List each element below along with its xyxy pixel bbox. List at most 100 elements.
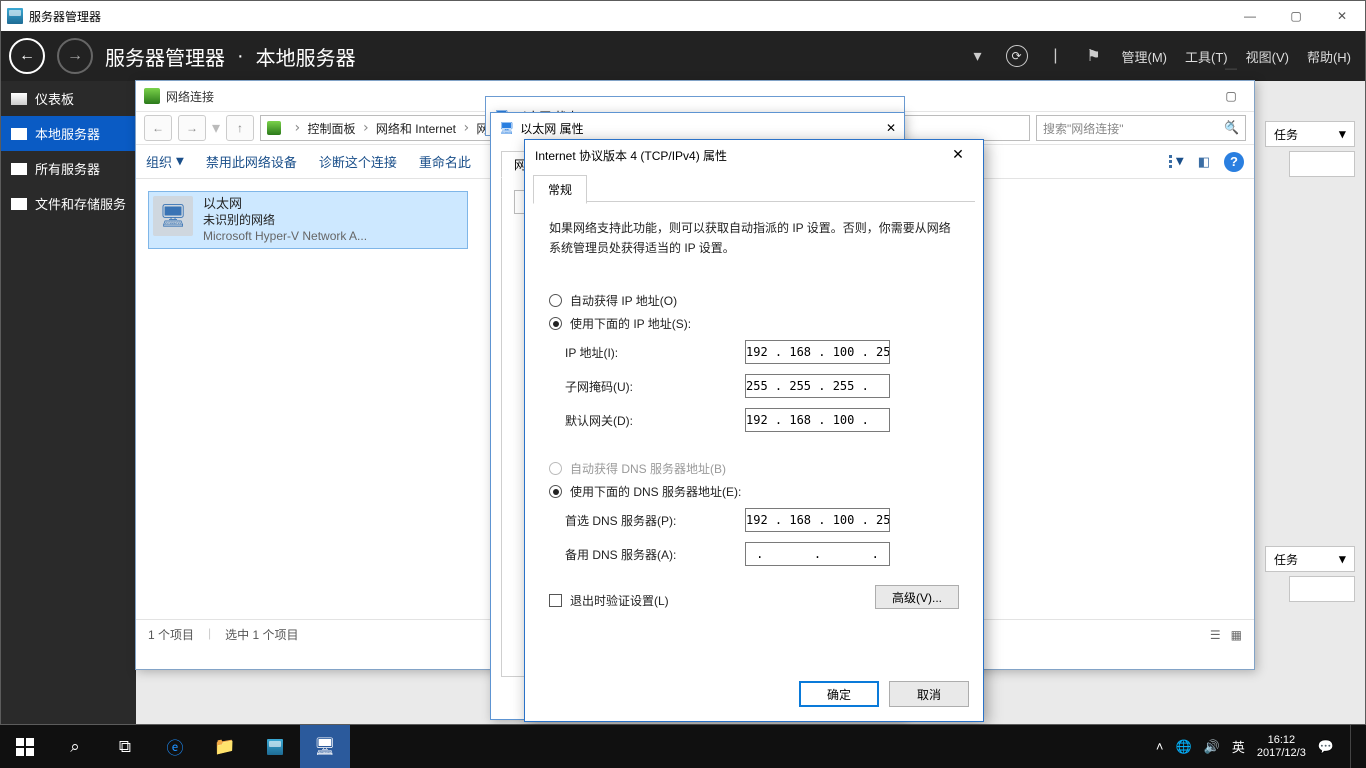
maximize-button[interactable]: ▢ [1273,1,1319,31]
tasks-dropdown[interactable]: 任务▼ [1265,121,1355,147]
taskbar-server-manager[interactable] [250,725,300,768]
tb-diagnose[interactable]: 诊断这个连接 [319,152,397,171]
adapter-status: 未识别的网络 [203,212,367,228]
flag-icon[interactable]: ⚑ [1084,46,1104,66]
chevron-right-icon: › [293,120,301,136]
clock-time: 16:12 [1268,734,1296,747]
status-item-count: 1 个项目 [148,626,194,643]
checkbox-icon [549,594,562,607]
radio-checked-icon [549,485,562,498]
minimize-button[interactable]: — [1227,1,1273,31]
eth-prop-close-button[interactable]: ✕ [886,121,896,135]
server-manager-icon [7,8,23,24]
radio-checked-icon [549,317,562,330]
ok-button[interactable]: 确定 [799,681,879,707]
cancel-button[interactable]: 取消 [889,681,969,707]
ipv4-info-text: 如果网络支持此功能，则可以获取自动指派的 IP 设置。否则，你需要从网络系统管理… [549,218,959,258]
input-subnet-mask[interactable] [745,374,890,398]
input-default-gateway[interactable] [745,408,890,432]
input-alternate-dns[interactable] [745,542,890,566]
radio-use-ip-label: 使用下面的 IP 地址(S): [570,315,691,332]
radio-auto-ip-label: 自动获得 IP 地址(O) [570,292,677,309]
adapter-icon [153,196,193,236]
view-icons-button[interactable]: ▦ [1231,628,1242,642]
input-preferred-dns[interactable] [745,508,890,532]
menu-manage[interactable]: 管理(M) [1122,47,1168,66]
nc-up-button[interactable]: ↑ [226,115,254,141]
nc-forward-button[interactable]: → [178,115,206,141]
nav-back-button[interactable]: ← [9,38,45,74]
adapter-driver: Microsoft Hyper-V Network A... [203,228,367,244]
show-desktop-button[interactable] [1350,725,1358,768]
tray-ime[interactable]: 英 [1232,737,1245,756]
breadcrumb-sep: · [237,45,244,68]
radio-use-ip[interactable]: 使用下面的 IP 地址(S): [549,315,959,332]
tray-chevron-icon[interactable]: ˄ [1156,739,1164,754]
tasks-label: 任务 [1274,126,1298,143]
radio-auto-ip[interactable]: 自动获得 IP 地址(O) [549,292,959,309]
caret-icon[interactable]: ▾ [968,46,988,66]
task-panel-bottom [1289,576,1355,602]
taskbar-explorer[interactable]: 📁 [200,725,250,768]
search-button[interactable]: ⌕ [50,725,100,768]
nc-minimize-button[interactable]: — [1208,54,1254,82]
start-button[interactable] [0,725,50,768]
advanced-button[interactable]: 高级(V)... [875,585,959,609]
server-manager-icon [267,739,283,755]
tasks-dropdown-2[interactable]: 任务▼ [1265,546,1355,572]
refresh-icon[interactable]: ⟳ [1006,45,1028,67]
sm-title: 服务器管理器 [29,8,101,25]
chevron-right-icon: › [361,120,369,136]
address-icon [267,121,281,135]
nav-forward-button[interactable]: → [57,38,93,74]
clock-date: 2017/12/3 [1257,747,1306,760]
help-icon[interactable]: ? [1224,152,1244,172]
action-center-icon[interactable]: 💬 [1318,739,1334,755]
input-ip-address[interactable] [745,340,890,364]
tray-volume-icon[interactable]: 🔊 [1204,739,1220,755]
checkbox-validate-label: 退出时验证设置(L) [570,592,669,609]
view-dots-icon [1169,155,1172,168]
taskbar-clock[interactable]: 16:12 2017/12/3 [1257,734,1306,760]
tray-network-icon[interactable]: 🌐 [1175,739,1191,755]
taskbar-control-panel[interactable]: 🖥 [300,725,350,768]
sidebar-label-file: 文件和存储服务 [35,194,126,213]
task-view-button[interactable]: ⧉ [100,725,150,768]
sidebar-label-dashboard: 仪表板 [35,89,74,108]
close-button[interactable]: ✕ [1319,1,1365,31]
breadcrumb-root: 服务器管理器 [105,42,225,71]
preview-pane-button[interactable]: ◧ [1198,154,1210,170]
tb-organize[interactable]: 组织 ▼ [146,152,184,171]
ipv4-dialog-title: Internet 协议版本 4 (TCP/IPv4) 属性 [535,147,727,164]
menu-help[interactable]: 帮助(H) [1307,47,1351,66]
nc-search-input[interactable]: 搜索"网络连接" 🔍 [1036,115,1246,141]
chevron-right-icon: › [462,120,470,136]
radio-use-dns[interactable]: 使用下面的 DNS 服务器地址(E): [549,483,959,500]
ipv4-close-button[interactable]: ✕ [943,143,973,167]
sidebar-item-all-servers[interactable]: 所有服务器 [1,151,136,186]
sidebar-item-file-storage[interactable]: 文件和存储服务 [1,186,136,221]
nc-maximize-button[interactable]: ▢ [1208,82,1254,110]
addr-seg-0[interactable]: 控制面板 [307,120,355,137]
tab-general[interactable]: 常规 [533,175,587,204]
sidebar-label-all: 所有服务器 [35,159,100,178]
chevron-down-icon: ▼ [1339,552,1346,566]
view-details-button[interactable]: ☰ [1210,628,1221,642]
nc-history-dropdown[interactable]: ▾ [212,118,220,138]
view-mode-button[interactable]: ▼ [1169,154,1184,169]
radio-disabled-icon [549,462,562,475]
tb-disable-device[interactable]: 禁用此网络设备 [206,152,297,171]
label-ip-address: IP 地址(I): [565,344,745,361]
nc-back-button[interactable]: ← [144,115,172,141]
tb-rename[interactable]: 重命名此 [419,152,471,171]
addr-seg-1[interactable]: 网络和 Internet [376,120,456,137]
dashboard-icon [11,93,27,105]
taskbar-ie[interactable]: ⓔ [150,725,200,768]
radio-icon [549,294,562,307]
sidebar-item-local-server[interactable]: 本地服务器 [1,116,136,151]
sidebar-item-dashboard[interactable]: 仪表板 [1,81,136,116]
sm-titlebar: 服务器管理器 — ▢ ✕ [1,1,1365,31]
status-sep: | [208,626,211,643]
sm-sidebar: 仪表板 本地服务器 所有服务器 文件和存储服务 [1,81,136,724]
adapter-ethernet[interactable]: 以太网 未识别的网络 Microsoft Hyper-V Network A..… [148,191,468,249]
